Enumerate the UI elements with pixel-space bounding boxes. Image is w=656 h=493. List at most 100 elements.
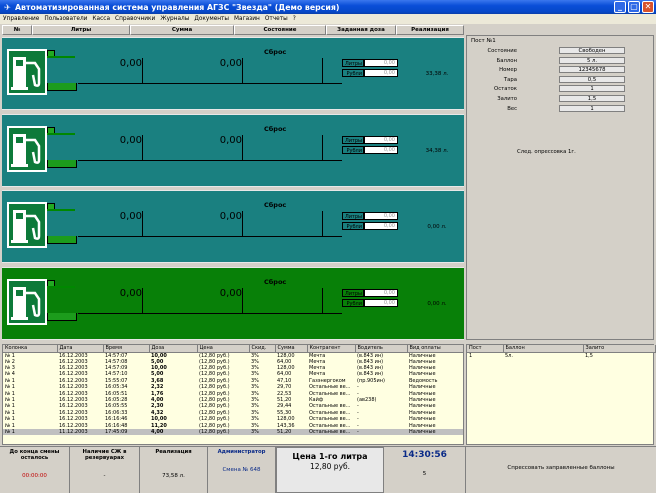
pump-row[interactable]: 1 0,00 0,00 Сброс Литры 0,00 Рубли 0,00 … [2,37,464,110]
post-field-row: Залито 1,5 [467,95,655,103]
log-cell: Наличные [407,428,463,436]
post-field-row: Баллон 5 л. [467,56,655,65]
pump-sum: 0,00 [219,134,242,146]
dose-liters-input[interactable]: 0,00 [364,135,398,144]
post-field-label: Вес [507,105,517,112]
log-col-header[interactable]: Скид. [249,345,276,353]
dose-liters-input[interactable]: 0,00 [364,59,398,67]
pumps-header: № Литры Сумма Состояние Заданная доза Ре… [2,25,464,35]
log-col-header[interactable]: Контрагент [307,345,356,353]
menu-item-documents[interactable]: Документы [194,16,229,22]
close-button[interactable]: ✕ [642,1,654,13]
tanks-label: Наличие СЖ в резервуарах [82,449,127,461]
fuel-pump-icon: 4 [7,278,47,325]
dose-rub-input[interactable]: 0,00 [364,298,398,307]
log-row[interactable]: № 1 11.12.2003 17:45:09 4,00 (12,80 руб.) 3% 5… [3,428,463,436]
dose-rub-input[interactable]: 0,00 [364,145,398,154]
log-col-header[interactable]: Колонка [3,345,58,353]
post-field-row: Тара 0,5 [467,75,655,84]
log-col-header[interactable]: Доза [149,345,198,353]
shift-end-box: До конца смены осталось 00:00:00 [0,447,70,493]
log-cell: 4,00 [149,428,197,436]
pump-row[interactable]: 4 0,00 0,00 Сброс Литры 0,00 Рубли 0,00 … [2,266,464,340]
side-cell: 1 [469,352,473,359]
log-cell: Остальные ве... [309,409,351,416]
dose-liters-input[interactable]: 0,00 [364,288,398,297]
clock-box: 14:30:56 5 [384,447,466,493]
log-col-header[interactable]: Вид оплаты [407,345,463,353]
pump-liters: 0,00 [119,211,142,222]
col-state[interactable]: Состояние [234,25,326,35]
pump-row[interactable]: 3 0,00 0,00 Сброс Литры 0,00 Рубли 0,00 … [2,190,464,263]
transactions-log[interactable]: Колонка Дата Время Доза Цена Скид. Сумма Контра… [2,344,464,445]
dose-liters-label: Литры [342,135,364,144]
log-cell: Остальные ве... [309,384,351,391]
post-title: Пост №1 [471,38,496,44]
menu-item-help[interactable]: ? [293,16,296,22]
menu-item-journals[interactable]: Журналы [160,16,189,22]
post-field-row: Номер 12345678 [467,66,655,74]
menu-item-users[interactable]: Пользователи [44,16,87,22]
dose-rub-label: Рубли [342,222,364,230]
post-info-panel: Пост №1 Состояние Свободен Баллон 5 л. Номер… [466,35,654,340]
pump-baseline [78,236,342,237]
shift-end-value: 00:00:00 [22,473,47,479]
pump-baseline [78,83,342,84]
dose-liters-label: Литры [342,212,364,220]
menu-item-directories[interactable]: Справочники [115,16,155,22]
dose-rub-input[interactable]: 0,00 [364,222,398,230]
maximize-button[interactable]: ▢ [628,1,640,13]
fuel-pump-icon: 1 [7,49,47,95]
menu-item-shop[interactable]: Магазин [234,16,260,22]
divider [242,134,243,161]
post-field-row: Состояние Свободен [467,47,655,55]
log-col-header[interactable]: Цена [197,345,250,353]
side-col-header[interactable]: Пост [467,345,504,353]
divider [142,58,143,84]
pump-state[interactable]: Сброс [264,201,286,209]
divider [322,134,323,161]
log-col-header[interactable]: Водитель [355,345,408,353]
side-col-header[interactable]: Баллон [503,345,584,353]
menu-item-cashbox[interactable]: Касса [92,16,110,22]
log-cell: Остальные ве... [309,422,351,429]
clock-sub: 5 [422,471,427,477]
log-col-header[interactable]: Дата [57,345,104,353]
menu-item-reports[interactable]: Отчеты [265,16,288,22]
post-field-label: Залито [497,96,517,102]
col-dose[interactable]: Заданная доза [326,25,396,35]
pump-number: 4 [18,310,26,321]
post-field-value: 12345678 [559,66,625,74]
side-cell: 5л. [505,352,513,359]
splitter[interactable] [2,340,654,343]
col-liters[interactable]: Литры [32,25,130,35]
app-icon: ✈ [4,2,11,12]
menu-bar: Управление Пользователи Касса Справочник… [0,14,656,24]
window-title: Автоматизированная система управления АГ… [15,2,340,12]
post-field-label: Остаток [494,86,517,93]
pump-state[interactable]: Сброс [264,48,286,56]
log-col-header[interactable]: Время [103,345,150,353]
col-number[interactable]: № [2,25,32,35]
post-field-row: Остаток 1 [467,85,655,93]
side-col-header[interactable]: Залито [583,345,656,353]
pump-number: 3 [18,234,26,244]
dose-liters-input[interactable]: 0,00 [364,212,398,220]
col-realization[interactable]: Реализация [396,25,464,35]
log-col-header[interactable]: Сумма [275,345,308,353]
hint-text[interactable]: Спрессовать заправленные баллоны [466,465,656,471]
log-cell: 3% [249,428,275,436]
col-sum[interactable]: Сумма [130,25,234,35]
pump-row[interactable]: 2 0,00 0,00 Сброс Литры 0,00 Рубли 0,00 … [2,113,464,187]
minimize-button[interactable]: _ [614,1,626,13]
pump-state[interactable]: Сброс [264,125,286,133]
shift-end-label: До конца смены осталось [9,449,60,461]
side-row[interactable]: 1 5л. 1,5 [467,352,655,359]
menu-item-management[interactable]: Управление [3,16,39,22]
dose-rub-input[interactable]: 0,00 [364,69,398,77]
pump-number: 2 [18,157,26,168]
pump-number: 1 [18,81,26,91]
post-balloons-table[interactable]: Пост Баллон Залито 1 5л. 1,5 [466,344,656,445]
pump-indicator-bar [47,312,77,321]
pump-state[interactable]: Сброс [264,278,286,286]
